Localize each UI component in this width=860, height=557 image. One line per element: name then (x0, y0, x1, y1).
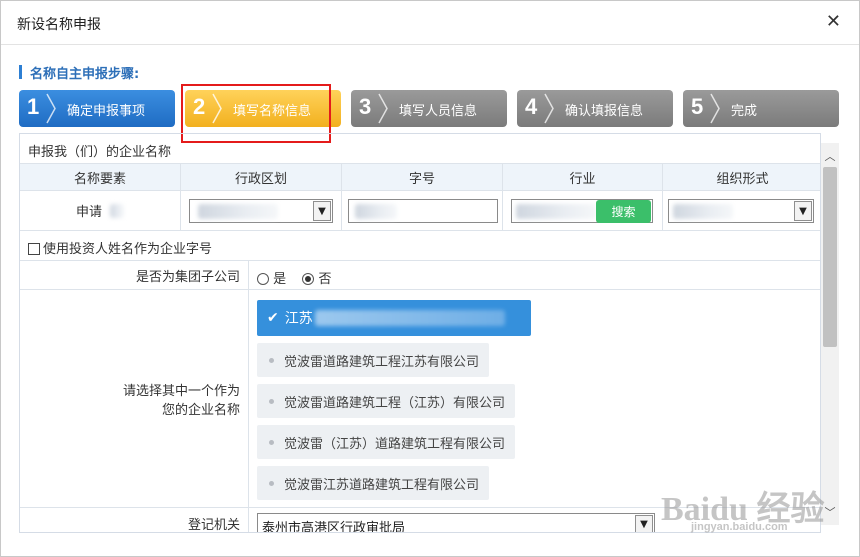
investor-name-row: 使用投资人姓名作为企业字号 (20, 231, 820, 261)
name-option-text: 觉波雷（江苏）道路建筑工程有限公司 (284, 436, 506, 452)
name-choice-row: 请选择其中一个作为 您的企业名称 ✔ 江苏 觉波雷道路建筑工程江苏有限公司 觉波… (20, 290, 820, 508)
chevron-right-icon (378, 93, 388, 124)
step-label: 完成 (731, 104, 758, 119)
selected-name-option[interactable]: ✔ 江苏 (257, 300, 531, 336)
bullet-icon (269, 480, 274, 486)
group-radio-set: 是 否 (257, 268, 331, 287)
name-option[interactable]: 觉波雷道路建筑工程（江苏）有限公司 (257, 384, 516, 418)
group-label-cell: 是否为集团子公司 (20, 261, 249, 289)
step-3[interactable]: 3 填写人员信息 (351, 90, 507, 127)
bullet-icon (269, 439, 274, 445)
chevron-right-icon (710, 93, 720, 124)
chevron-right-icon (46, 93, 56, 124)
watermark-logo: Baidu 经验 jingyan.baidu.com (661, 481, 824, 533)
choose-label-cell: 请选择其中一个作为 您的企业名称 (20, 290, 249, 507)
table-header-row: 名称要素 行政区划 字号 行业 组织形式 (20, 164, 820, 191)
step-label: 填写人员信息 (399, 104, 478, 119)
region-cell: ▼ (181, 191, 342, 230)
name-option-text: 觉波雷道路建筑工程（江苏）有限公司 (284, 395, 506, 411)
apply-label-cell: 申请 (20, 191, 181, 230)
group-subsidiary-row: 是否为集团子公司 是 否 (20, 261, 820, 290)
radio-label: 是 (273, 272, 287, 287)
steps-heading-text: 名称自主申报步骤: (30, 66, 140, 82)
header-cell: 字号 (342, 164, 503, 190)
scrollbar-thumb[interactable] (823, 167, 837, 347)
chevron-down-icon: ▼ (313, 201, 331, 221)
dialog-titlebar: 新设名称申报 ✕ (1, 1, 859, 45)
chevron-down-icon: ▼ (794, 201, 812, 221)
header-cell: 行政区划 (181, 164, 342, 190)
registry-value: 泰州市高港区行政审批局 (262, 521, 406, 533)
chevron-down-icon: ▼ (635, 515, 653, 532)
step-label: 确定申报事项 (67, 104, 146, 119)
group-yes-radio[interactable]: 是 (257, 272, 286, 287)
selected-name-text: 江苏 (284, 311, 313, 327)
step-number: 4 (525, 94, 538, 119)
radio-label: 否 (318, 272, 332, 287)
step-number: 5 (691, 94, 704, 119)
watermark-url: jingyan.baidu.com (691, 521, 788, 533)
tradename-input[interactable] (348, 199, 498, 223)
region-select[interactable]: ▼ (189, 199, 333, 223)
step-label: 确认填报信息 (565, 104, 644, 119)
bullet-icon (269, 398, 274, 404)
name-option[interactable]: 觉波雷道路建筑工程江苏有限公司 (257, 343, 490, 377)
chevron-up-icon[interactable]: ︿ (821, 147, 839, 165)
vertical-scrollbar[interactable]: ︿ ﹀ (821, 143, 839, 525)
name-option-text: 觉波雷江苏道路建筑工程有限公司 (284, 477, 480, 493)
choose-label-line1: 请选择其中一个作为 (122, 383, 240, 399)
name-form-panel: 申报我（们）的企业名称 名称要素 行政区划 字号 行业 组织形式 申请 ▼ 搜索… (19, 133, 821, 533)
name-option[interactable]: 觉波雷（江苏）道路建筑工程有限公司 (257, 425, 516, 459)
header-cell: 组织形式 (716, 171, 769, 187)
redacted-text (673, 204, 733, 219)
step-1[interactable]: 1 确定申报事项 (19, 90, 175, 127)
radio-checked-icon (302, 273, 315, 285)
name-declaration-dialog: 新设名称申报 ✕ 名称自主申报步骤: 1 确定申报事项 2 填写名称信息 3 填… (0, 0, 860, 557)
apply-label: 申请 (75, 205, 102, 220)
step-number: 1 (27, 94, 40, 119)
orgform-select[interactable]: ▼ (668, 199, 814, 223)
step-4[interactable]: 4 确认填报信息 (517, 90, 673, 127)
redacted-text (314, 310, 505, 326)
redacted-text (198, 204, 278, 219)
close-icon[interactable]: ✕ (826, 12, 841, 32)
radio-icon (257, 273, 269, 285)
step-number: 3 (359, 94, 372, 119)
group-no-radio[interactable]: 否 (302, 272, 331, 287)
orgform-cell: ▼ (663, 191, 820, 230)
section-title-row: 申报我（们）的企业名称 (20, 134, 820, 164)
steps-heading: 名称自主申报步骤: (19, 64, 140, 82)
redacted-text (355, 204, 397, 219)
bullet-icon (269, 357, 274, 363)
tradename-cell (342, 191, 503, 230)
industry-cell: 搜索 (503, 191, 663, 230)
group-label: 是否为集团子公司 (135, 269, 240, 285)
step-progress: 1 确定申报事项 2 填写名称信息 3 填写人员信息 4 确认填报信息 5 完成 (19, 90, 839, 127)
registry-label-cell: 登记机关 (20, 508, 249, 533)
name-option[interactable]: 觉波雷江苏道路建筑工程有限公司 (257, 466, 490, 500)
header-cell: 行业 (503, 164, 663, 190)
redacted-text (516, 204, 596, 219)
checkbox-icon (28, 243, 40, 255)
registry-select[interactable]: 泰州市高港区行政审批局 ▼ (257, 513, 655, 533)
search-button[interactable]: 搜索 (596, 200, 651, 223)
redacted-text (110, 203, 124, 218)
investor-name-checkbox[interactable]: 使用投资人姓名作为企业字号 (28, 238, 212, 257)
investor-name-label: 使用投资人姓名作为企业字号 (43, 242, 213, 257)
step-5[interactable]: 5 完成 (683, 90, 839, 127)
choose-label-line2: 您的企业名称 (161, 402, 240, 418)
name-option-text: 觉波雷道路建筑工程江苏有限公司 (284, 354, 480, 370)
section-title: 申报我（们）的企业名称 (28, 145, 172, 160)
apply-row: 申请 ▼ 搜索 ▼ (20, 191, 820, 231)
header-cell: 名称要素 (20, 164, 181, 190)
chevron-right-icon (544, 93, 554, 124)
check-icon: ✔ (267, 310, 279, 326)
registry-label: 登记机关 (187, 517, 240, 533)
dialog-title: 新设名称申报 (17, 17, 101, 33)
heading-accent-bar (19, 65, 22, 79)
